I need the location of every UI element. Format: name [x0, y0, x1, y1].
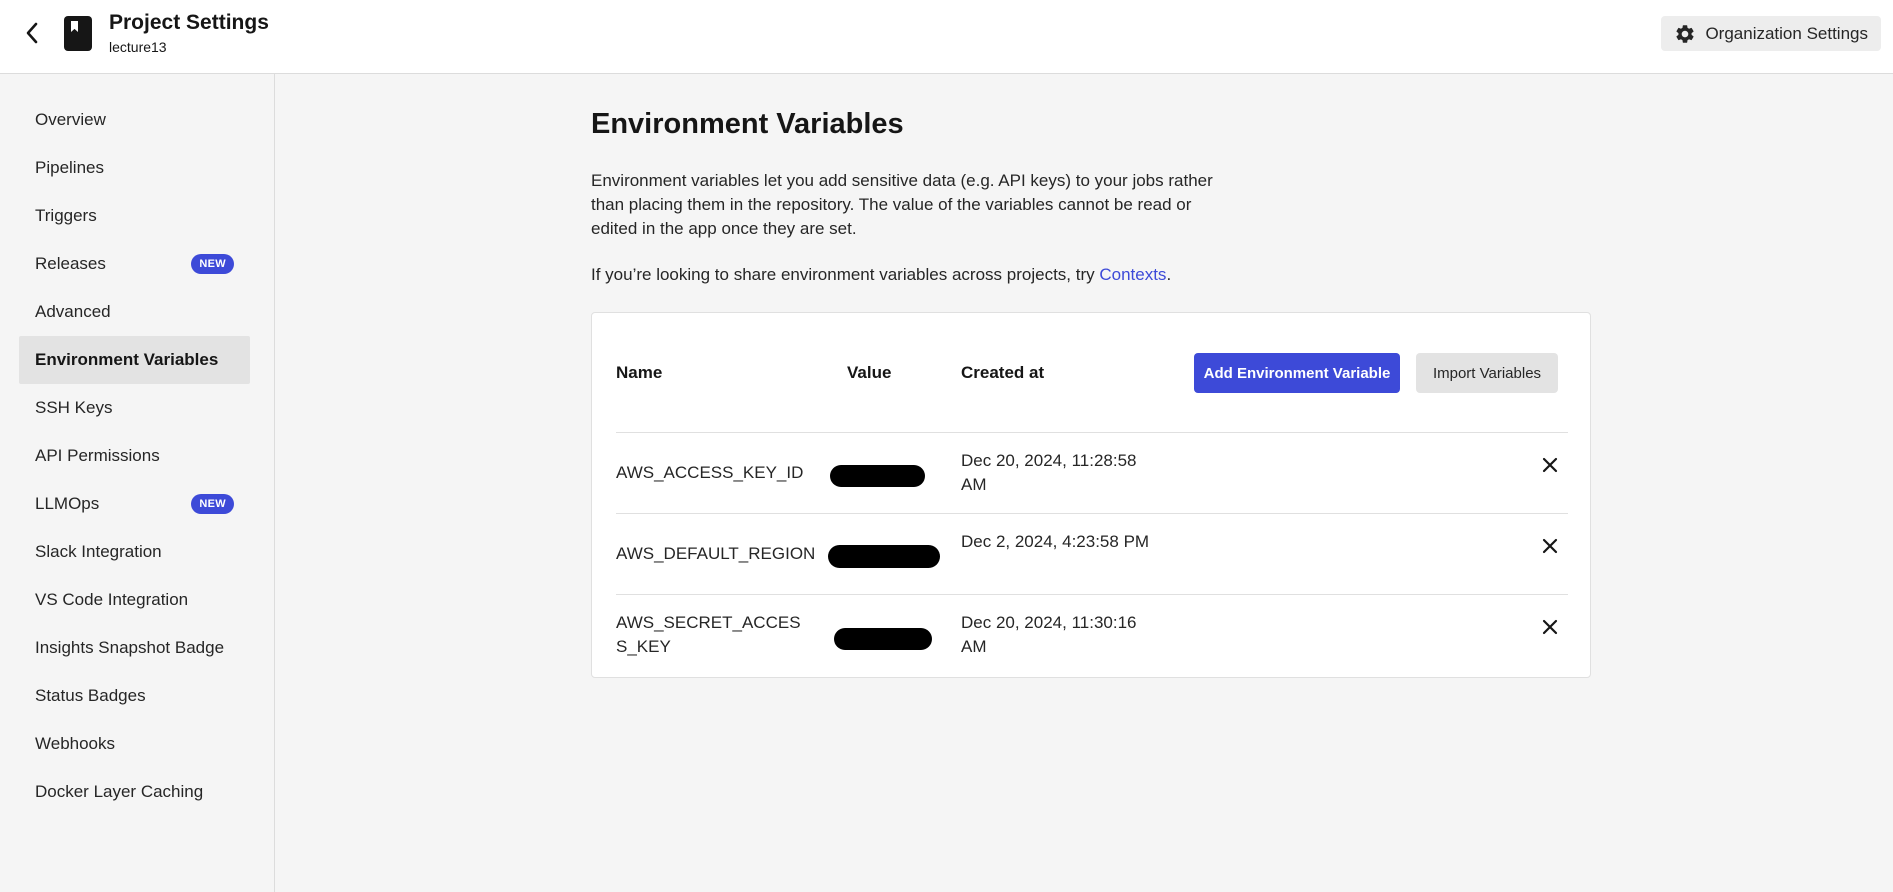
delete-variable-button[interactable]: [1536, 532, 1564, 560]
sidebar-item-triggers[interactable]: Triggers: [19, 192, 250, 240]
back-button[interactable]: [20, 18, 44, 48]
project-title: Project Settings: [109, 11, 269, 34]
chevron-left-icon: [26, 22, 38, 44]
sidebar-nav: Overview Pipelines Triggers Releases NEW Adva…: [19, 96, 250, 816]
sidebar-item-label: Insights Snapshot Badge: [35, 638, 225, 657]
redacted-value: [828, 545, 940, 568]
organization-settings-button[interactable]: Organization Settings: [1661, 16, 1881, 51]
new-badge: NEW: [191, 494, 234, 514]
sidebar-item-label: SSH Keys: [35, 398, 113, 417]
sidebar-item-vs-code-integration[interactable]: VS Code Integration: [19, 576, 250, 624]
delete-variable-button[interactable]: [1536, 451, 1564, 479]
sidebar-item-label: Docker Layer Caching: [35, 782, 204, 801]
import-variables-button[interactable]: Import Variables: [1416, 353, 1558, 393]
sidebar-item-label: API Permissions: [35, 446, 160, 465]
sidebar-item-label: Slack Integration: [35, 542, 162, 561]
table-header: Name Value Created at Add Environment Va…: [616, 353, 1568, 433]
contexts-hint: If you’re looking to share environment v…: [591, 265, 1171, 285]
sidebar-item-label: Webhooks: [35, 734, 116, 753]
contexts-link[interactable]: Contexts: [1099, 265, 1166, 284]
column-header-value: Value: [847, 363, 892, 382]
created-at: Dec 20, 2024, 11:28:58 AM: [961, 451, 1137, 494]
sidebar-item-label: Status Badges: [35, 686, 146, 705]
redacted-value: [834, 628, 932, 650]
table-row: AWS_SECRET_ACCESS_KEY Dec 20, 2024, 11:3…: [616, 595, 1568, 676]
sidebar-item-slack-integration[interactable]: Slack Integration: [19, 528, 250, 576]
page-title: Environment Variables: [591, 108, 904, 140]
sidebar-item-status-badges[interactable]: Status Badges: [19, 672, 250, 720]
sidebar-item-label: Triggers: [35, 206, 97, 225]
created-at: Dec 20, 2024, 11:30:16 AM: [961, 613, 1137, 656]
page-description: Environment variables let you add sensit…: [591, 171, 1213, 238]
sidebar-item-advanced[interactable]: Advanced: [19, 288, 250, 336]
sidebar-item-pipelines[interactable]: Pipelines: [19, 144, 250, 192]
variable-name: AWS_DEFAULT_REGION: [616, 544, 816, 563]
sidebar-item-webhooks[interactable]: Webhooks: [19, 720, 250, 768]
new-badge: NEW: [191, 254, 234, 274]
sidebar: Overview Pipelines Triggers Releases NEW Adva…: [0, 74, 275, 892]
sidebar-item-api-permissions[interactable]: API Permissions: [19, 432, 250, 480]
created-at: Dec 2, 2024, 4:23:58 PM: [961, 532, 1150, 551]
close-icon: [1542, 457, 1558, 473]
column-header-name: Name: [616, 363, 663, 382]
contexts-hint-text: If you’re looking to share environment v…: [591, 265, 1100, 284]
close-icon: [1542, 538, 1558, 554]
sidebar-item-label: Environment Variables: [35, 350, 219, 369]
redacted-value: [830, 465, 925, 487]
organization-settings-label: Organization Settings: [1705, 23, 1868, 43]
gear-icon: [1676, 24, 1695, 43]
sidebar-item-label: Overview: [35, 110, 106, 129]
sidebar-item-llmops[interactable]: LLMOps NEW: [19, 480, 250, 528]
close-icon: [1542, 619, 1558, 635]
table-row: AWS_DEFAULT_REGION Dec 2, 2024, 4:23:58 …: [616, 514, 1568, 595]
sidebar-item-label: Advanced: [35, 302, 111, 321]
sidebar-item-label: LLMOps: [35, 494, 100, 513]
env-vars-table-card: Name Value Created at Add Environment Va…: [591, 312, 1591, 678]
top-bar: Project Settings lecture13 Organization …: [0, 0, 1893, 74]
variable-name: AWS_ACCESS_KEY_ID: [616, 463, 804, 482]
project-name: lecture13: [109, 39, 167, 55]
contexts-hint-suffix: .: [1166, 265, 1172, 284]
delete-variable-button[interactable]: [1536, 613, 1564, 641]
sidebar-item-label: Pipelines: [35, 158, 104, 177]
sidebar-item-docker-layer-caching[interactable]: Docker Layer Caching: [19, 768, 250, 816]
sidebar-item-label: VS Code Integration: [35, 590, 189, 609]
table-row: AWS_ACCESS_KEY_ID Dec 20, 2024, 11:28:58…: [616, 433, 1568, 514]
column-header-created: Created at: [961, 363, 1045, 382]
add-environment-variable-button[interactable]: Add Environment Variable: [1194, 353, 1400, 393]
sidebar-item-label: Releases: [35, 254, 106, 273]
sidebar-item-insights-snapshot-badge[interactable]: Insights Snapshot Badge: [19, 624, 250, 672]
project-book-icon: [64, 16, 92, 51]
sidebar-item-overview[interactable]: Overview: [19, 96, 250, 144]
variable-name: AWS_SECRET_ACCESS_KEY: [616, 613, 801, 656]
sidebar-item-releases[interactable]: Releases NEW: [19, 240, 250, 288]
sidebar-item-environment-variables[interactable]: Environment Variables: [19, 336, 250, 384]
sidebar-item-ssh-keys[interactable]: SSH Keys: [19, 384, 250, 432]
